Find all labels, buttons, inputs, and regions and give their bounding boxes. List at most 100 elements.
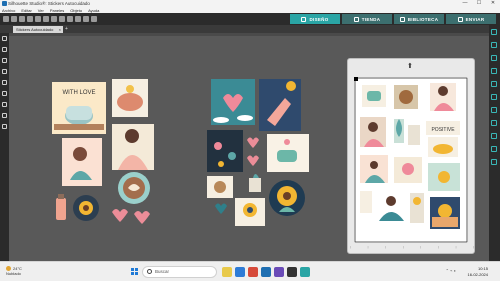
zoom-fit-icon[interactable]: [91, 16, 97, 22]
eyedropper-tool-icon[interactable]: [2, 124, 7, 129]
sticker-group-middle[interactable]: [205, 76, 313, 228]
tab-design[interactable]: DISEÑO: [290, 14, 340, 24]
tab-send[interactable]: ENVIAR: [446, 14, 496, 24]
file-explorer-icon[interactable]: [222, 267, 232, 277]
heart-stickers[interactable]: [112, 209, 150, 224]
flower-card-sticker[interactable]: [235, 198, 265, 226]
photos-icon[interactable]: [300, 267, 310, 277]
big-flower-sticker[interactable]: [269, 180, 305, 216]
minimize-button[interactable]: —: [458, 0, 472, 7]
taskbar-apps: [222, 267, 313, 277]
fill-panel-icon[interactable]: [491, 29, 497, 35]
window-controls: — ☐ ✕: [458, 0, 500, 7]
undo-icon[interactable]: [59, 16, 65, 22]
plant-pot-sticker[interactable]: [249, 174, 261, 192]
text-tool-icon[interactable]: [2, 80, 7, 85]
main-toolbar: DISEÑO TIENDA BIBLIOTECA ENVIAR: [0, 13, 500, 25]
point-edit-icon[interactable]: [2, 47, 7, 52]
girl-relaxing-sticker[interactable]: [112, 124, 154, 170]
paste-icon[interactable]: [51, 16, 57, 22]
knife-tool-icon[interactable]: [2, 113, 7, 118]
teacup-sticker[interactable]: [267, 134, 309, 172]
eraser-tool-icon[interactable]: [2, 102, 7, 107]
zoom-out-icon[interactable]: [83, 16, 89, 22]
print-icon[interactable]: [27, 16, 33, 22]
redo-icon[interactable]: [67, 16, 73, 22]
menu-archivo[interactable]: Archivo: [2, 8, 15, 13]
close-tab-icon[interactable]: ×: [59, 26, 61, 33]
window-title: Silhouette Studio®: Stickers Autocuidado: [8, 1, 90, 6]
sticker-group-left[interactable]: WITH LOVE: [48, 76, 160, 226]
with-love-sticker[interactable]: WITH LOVE: [52, 82, 106, 134]
menu-ayuda[interactable]: Ayuda: [88, 8, 99, 13]
mat-ruler: | | | | | | | |: [350, 245, 474, 249]
trace-panel-icon[interactable]: [491, 120, 497, 126]
menu-ver[interactable]: Ver: [38, 8, 44, 13]
tab-library[interactable]: BIBLIOTECA: [394, 14, 444, 24]
zoom-in-icon[interactable]: [75, 16, 81, 22]
send-panel-icon[interactable]: [491, 146, 497, 152]
new-file-icon[interactable]: [3, 16, 9, 22]
menu-paneles[interactable]: Paneles: [50, 8, 64, 13]
document-tab[interactable]: Stickers Autocuidado ×: [13, 26, 63, 33]
page-setup-icon[interactable]: [491, 133, 497, 139]
windows-taskbar: 24°C Nublado Buscar ⌃ ⌁ ◖ 10:15 16-02-20…: [0, 261, 500, 281]
chrome-icon[interactable]: [248, 267, 258, 277]
sunflower-sticker[interactable]: [73, 195, 99, 221]
replicate-panel-icon[interactable]: [491, 81, 497, 87]
transform-panel-icon[interactable]: [491, 68, 497, 74]
open-file-icon[interactable]: [11, 16, 17, 22]
shape-tool-icon[interactable]: [2, 69, 7, 74]
start-button[interactable]: [131, 268, 138, 275]
dark-floral-sticker[interactable]: [207, 130, 243, 172]
top-ruler: [9, 33, 489, 36]
menu-editar[interactable]: Editar: [21, 8, 31, 13]
taskbar-clock[interactable]: 10:15 16-02-2024: [468, 266, 488, 278]
menu-objeto[interactable]: Objeto: [70, 8, 82, 13]
with-love-text: WITH LOVE: [62, 90, 95, 96]
store-icon: [353, 16, 359, 22]
add-tab-button[interactable]: +: [65, 26, 68, 32]
document-tabs: Stickers Autocuidado × +: [0, 25, 500, 33]
right-panel-toolbar: [489, 25, 500, 261]
silhouette-app-icon[interactable]: [261, 267, 271, 277]
cutting-mat[interactable]: ⬆ POSITIVE | | | | | | | |: [347, 58, 475, 254]
line-tool-icon[interactable]: [2, 58, 7, 63]
close-button[interactable]: ✕: [486, 0, 500, 7]
weather-widget[interactable]: 24°C Nublado: [6, 266, 22, 276]
system-tray[interactable]: ⌃ ⌁ ◖: [446, 268, 456, 273]
taskbar-search[interactable]: Buscar: [142, 266, 217, 278]
modify-panel-icon[interactable]: [491, 94, 497, 100]
left-toolbar: [0, 33, 9, 261]
text-panel-icon[interactable]: [491, 55, 497, 61]
edge-icon[interactable]: [235, 267, 245, 277]
heart-clouds-sticker[interactable]: [211, 79, 255, 125]
select-tool-icon[interactable]: [2, 36, 7, 41]
tab-store[interactable]: TIENDA: [342, 14, 392, 24]
offset-panel-icon[interactable]: [491, 107, 497, 113]
draw-tool-icon[interactable]: [2, 91, 7, 96]
mat-cut-area: POSITIVE: [354, 77, 468, 243]
search-icon: [147, 269, 152, 274]
tea-bowl-sticker[interactable]: [112, 79, 148, 117]
library-icon: [399, 16, 405, 22]
teams-icon[interactable]: [274, 267, 284, 277]
girl-plant-sticker[interactable]: [62, 138, 102, 186]
app-icon: [2, 1, 7, 6]
hand-sun-sticker[interactable]: [259, 79, 301, 131]
feed-direction-icon: ⬆: [407, 63, 413, 70]
library-panel-icon[interactable]: [491, 159, 497, 165]
design-icon: [301, 16, 307, 22]
bottle-sticker[interactable]: [56, 194, 66, 220]
send-icon: [457, 16, 463, 22]
save-icon[interactable]: [19, 16, 25, 22]
positive-text: POSITIVE: [431, 127, 455, 133]
store-app-icon[interactable]: [287, 267, 297, 277]
copy-icon[interactable]: [43, 16, 49, 22]
dog-sticker[interactable]: [207, 176, 233, 198]
line-panel-icon[interactable]: [491, 42, 497, 48]
cut-icon[interactable]: [35, 16, 41, 22]
maximize-button[interactable]: ☐: [472, 0, 486, 7]
latte-art-sticker[interactable]: [118, 172, 150, 204]
mat-sticker-sheet[interactable]: POSITIVE: [354, 77, 468, 243]
